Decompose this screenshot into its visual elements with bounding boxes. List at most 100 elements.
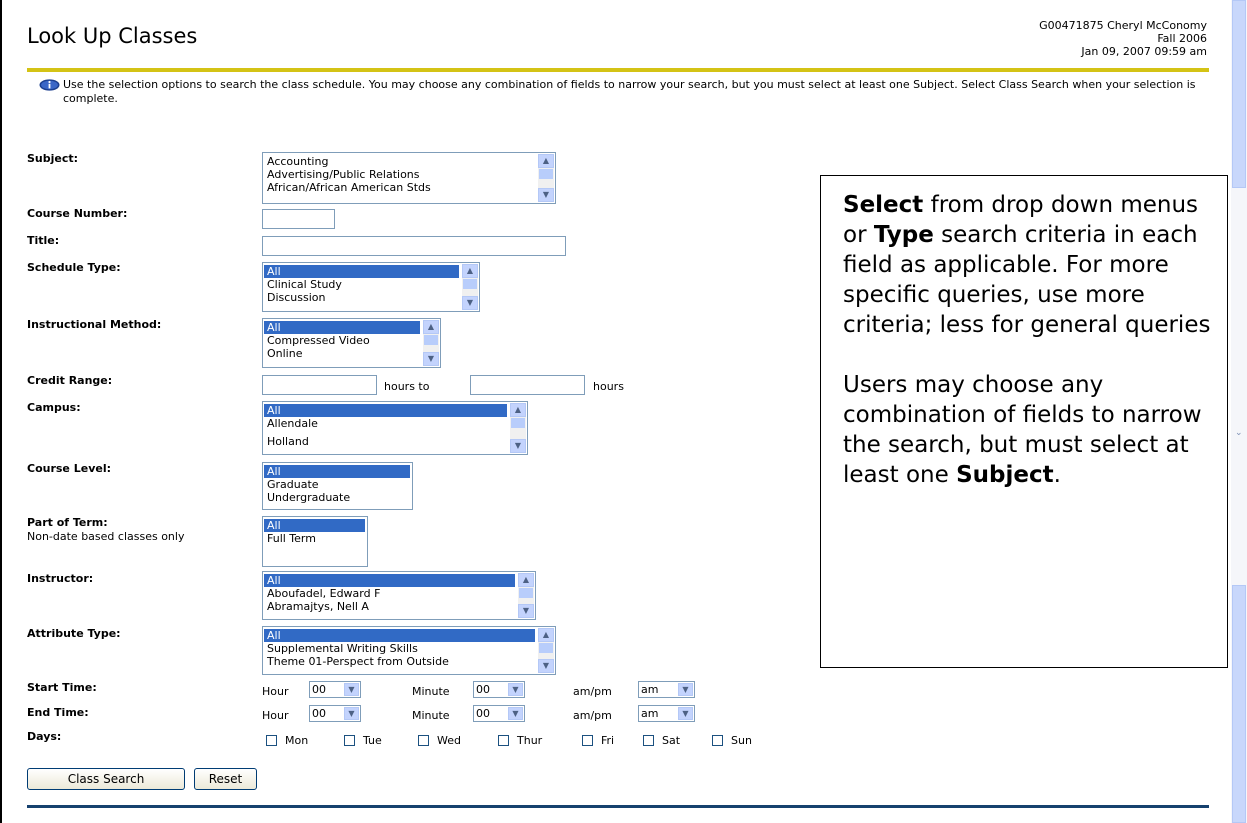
term-label: Fall 2006 (1157, 32, 1207, 45)
chevron-down-icon[interactable]: ▼ (678, 683, 693, 696)
list-option[interactable]: Online (264, 347, 420, 360)
day-checkbox-tue[interactable] (344, 735, 355, 746)
chevron-down-icon[interactable]: ▼ (508, 707, 523, 720)
chevron-down-icon[interactable]: ▼ (508, 683, 523, 696)
start-time-label: Start Time: (27, 681, 97, 694)
course-number-input[interactable] (262, 209, 335, 229)
arrow-down-icon[interactable]: ▼ (518, 604, 534, 618)
course-level-listbox[interactable]: All Graduate Undergraduate (262, 462, 413, 510)
list-option[interactable]: Supplemental Writing Skills (264, 642, 535, 655)
scroll-thumb-lower[interactable] (1232, 585, 1246, 823)
start-hour-label: Hour (262, 685, 289, 698)
listbox-scrollbar[interactable]: ▲ ▼ (423, 320, 439, 366)
list-option[interactable]: Clinical Study (264, 278, 459, 291)
arrow-down-icon[interactable]: ▼ (538, 659, 554, 673)
part-of-term-listbox[interactable]: All Full Term (262, 516, 368, 567)
list-option[interactable]: Advertising/Public Relations (264, 168, 535, 181)
subject-listbox[interactable]: Accounting Advertising/Public Relations … (262, 152, 556, 204)
campus-listbox[interactable]: All Allendale Holland ▲ ▼ (262, 401, 528, 455)
day-label-mon: Mon (285, 734, 309, 747)
subject-label: Subject: (27, 152, 79, 165)
end-ampm-label: am/pm (573, 709, 612, 722)
list-option-selected[interactable]: All (264, 574, 515, 587)
day-checkbox-sat[interactable] (643, 735, 654, 746)
instructional-method-listbox[interactable]: All Compressed Video Online ▲ ▼ (262, 318, 441, 368)
list-option-selected[interactable]: All (264, 404, 507, 417)
class-search-button[interactable]: Class Search (27, 768, 185, 790)
listbox-scrollbar[interactable]: ▲ ▼ (462, 264, 478, 310)
list-option-selected[interactable]: All (264, 321, 420, 334)
scroll-thumb[interactable] (511, 418, 525, 428)
arrow-down-icon[interactable]: ▼ (538, 188, 554, 202)
campus-label: Campus: (27, 401, 81, 414)
day-checkbox-mon[interactable] (266, 735, 277, 746)
schedule-type-listbox[interactable]: All Clinical Study Discussion ▲ ▼ (262, 262, 480, 312)
arrow-up-icon[interactable]: ▲ (518, 573, 534, 587)
scroll-thumb[interactable] (424, 335, 438, 345)
day-label-sat: Sat (662, 734, 681, 747)
scroll-thumb-upper[interactable] (1232, 0, 1246, 188)
end-hour-select[interactable]: 00 ▼ (309, 705, 361, 722)
list-option[interactable]: Theme 01-Perspect from Outside (264, 655, 535, 668)
day-checkbox-fri[interactable] (582, 735, 593, 746)
list-option-selected[interactable]: All (264, 265, 459, 278)
arrow-up-icon[interactable]: ▲ (538, 154, 554, 168)
end-ampm-select[interactable]: am ▼ (638, 705, 695, 722)
list-option[interactable]: Accounting (264, 155, 535, 168)
day-checkbox-wed[interactable] (418, 735, 429, 746)
days-label: Days: (27, 730, 62, 743)
list-option-selected[interactable]: All (264, 629, 535, 642)
list-option-selected[interactable]: All (264, 465, 410, 478)
list-option[interactable]: African/African American Stds (264, 181, 535, 194)
end-minute-select[interactable]: 00 ▼ (473, 705, 525, 722)
arrow-down-icon[interactable]: ▼ (423, 352, 439, 366)
end-minute-value: 00 (476, 707, 490, 720)
day-checkbox-thur[interactable] (498, 735, 509, 746)
list-option[interactable]: Abramajtys, Nell A (264, 600, 515, 613)
callout-text: . (1053, 462, 1061, 488)
title-input[interactable] (262, 236, 566, 256)
arrow-down-icon[interactable]: ▼ (462, 296, 478, 310)
list-option[interactable]: Graduate (264, 478, 410, 491)
list-option[interactable]: Compressed Video (264, 334, 420, 347)
chevron-down-icon[interactable]: ▼ (344, 707, 359, 720)
day-label-thur: Thur (517, 734, 543, 747)
start-hour-select[interactable]: 00 ▼ (309, 681, 361, 698)
scroll-thumb[interactable] (519, 588, 533, 598)
listbox-scrollbar[interactable]: ▲ ▼ (518, 573, 534, 618)
reset-button[interactable]: Reset (194, 768, 257, 790)
attribute-type-listbox[interactable]: All Supplemental Writing Skills Theme 01… (262, 626, 556, 675)
arrow-up-icon[interactable]: ▲ (462, 264, 478, 278)
start-minute-select[interactable]: 00 ▼ (473, 681, 525, 698)
callout-bold-select: Select (843, 192, 924, 218)
arrow-down-icon[interactable]: ▼ (510, 439, 526, 453)
chevron-down-icon[interactable]: ▼ (344, 683, 359, 696)
list-option[interactable]: Holland (264, 435, 507, 448)
list-option[interactable]: Full Term (264, 532, 365, 545)
arrow-up-icon[interactable]: ▲ (423, 320, 439, 334)
list-option[interactable]: Discussion (264, 291, 459, 304)
credit-max-input[interactable] (470, 375, 585, 395)
end-hour-value: 00 (312, 707, 326, 720)
listbox-scrollbar[interactable]: ▲ ▼ (510, 403, 526, 453)
listbox-scrollbar[interactable]: ▲ ▼ (538, 154, 554, 202)
list-option[interactable]: Allendale (264, 417, 507, 430)
scroll-thumb[interactable] (539, 169, 553, 179)
listbox-scrollbar[interactable]: ▲ ▼ (538, 628, 554, 673)
arrow-up-icon[interactable]: ▲ (510, 403, 526, 417)
day-checkbox-sun[interactable] (712, 735, 723, 746)
list-option-selected[interactable]: All (264, 519, 365, 532)
credit-min-input[interactable] (262, 375, 377, 395)
scroll-thumb[interactable] (539, 643, 553, 653)
page-scrollbar[interactable]: ⌄ (1231, 0, 1247, 823)
callout-paragraph-1: Select from drop down menus or Type sear… (843, 190, 1213, 340)
start-ampm-select[interactable]: am ▼ (638, 681, 695, 698)
list-option[interactable]: Aboufadel, Edward F (264, 587, 515, 600)
chevron-down-icon[interactable]: ▼ (678, 707, 693, 720)
help-callout: Select from drop down menus or Type sear… (820, 175, 1228, 668)
instructor-listbox[interactable]: All Aboufadel, Edward F Abramajtys, Nell… (262, 571, 536, 620)
chevron-down-icon[interactable]: ⌄ (1235, 428, 1243, 438)
arrow-up-icon[interactable]: ▲ (538, 628, 554, 642)
scroll-thumb[interactable] (463, 279, 477, 289)
list-option[interactable]: Undergraduate (264, 491, 410, 504)
